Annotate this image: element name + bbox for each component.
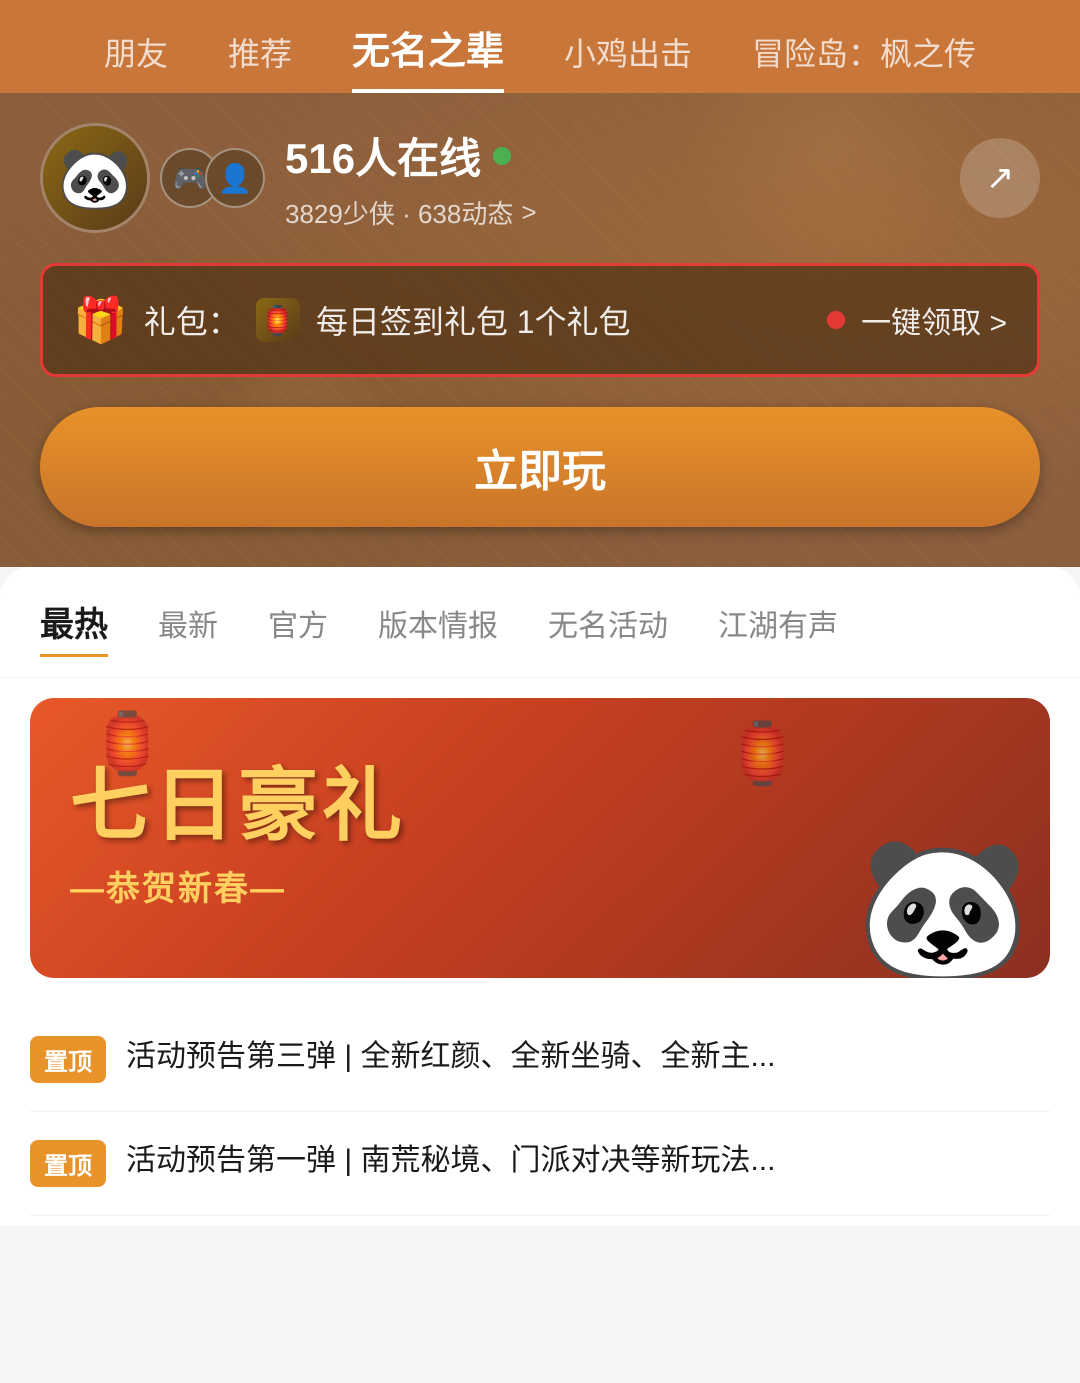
tab-activity[interactable]: 无名活动 — [548, 601, 668, 653]
gift-notification-dot — [827, 311, 845, 329]
nav-item-wumingzhibei[interactable]: 无名之辈 — [352, 20, 504, 93]
profile-info: 516人在线 3829少侠 · 638动态 > — [285, 125, 940, 231]
banner-content: 七日豪礼 —恭贺新春— — [70, 767, 1010, 910]
nav-item-recommend[interactable]: 推荐 — [228, 29, 292, 93]
gift-game-icon: 🏮 — [256, 298, 300, 342]
post-pin-tag-1: 置顶 — [30, 1036, 106, 1083]
nav-item-chick[interactable]: 小鸡出击 — [564, 29, 692, 93]
gift-claim-button[interactable]: 一键领取 > — [861, 298, 1007, 342]
sub-info[interactable]: 3829少侠 · 638动态 > — [285, 194, 940, 231]
tab-official[interactable]: 官方 — [268, 601, 328, 653]
online-count: 516人在线 — [285, 125, 481, 186]
gift-section[interactable]: 🎁 礼包： 🏮 每日签到礼包 1个礼包 一键领取 > — [40, 263, 1040, 377]
follower-count-label: 3829少侠 · 638动态 — [285, 194, 513, 231]
online-row: 516人在线 — [285, 125, 940, 186]
top-navigation: 朋友 推荐 无名之辈 小鸡出击 冒险岛：枫之传 — [0, 0, 1080, 93]
nav-item-adventure[interactable]: 冒险岛：枫之传 — [752, 29, 976, 93]
banner-subtitle: —恭贺新春— — [70, 861, 1010, 910]
share-button[interactable]: ↗ — [960, 138, 1040, 218]
hero-section: 🐼 🎮 👤 516人在线 3829少侠 · 638动态 > ↗ 🎁 礼包： — [0, 93, 1080, 567]
profile-row: 🐼 🎮 👤 516人在线 3829少侠 · 638动态 > ↗ — [40, 123, 1040, 233]
post-title-2: 活动预告第一弹 | 南荒秘境、门派对决等新玩法... — [126, 1140, 1050, 1182]
gift-label: 礼包： — [144, 297, 240, 343]
banner-title: 七日豪礼 — [70, 767, 1010, 847]
post-pin-tag-2: 置顶 — [30, 1140, 106, 1187]
game-icon-symbol: 🏮 — [260, 304, 295, 337]
nav-item-friends[interactable]: 朋友 — [104, 29, 168, 93]
share-icon: ↗ — [986, 158, 1015, 198]
play-now-button[interactable]: 立即玩 — [40, 407, 1040, 527]
sub-info-arrow-icon: > — [521, 197, 536, 228]
content-section: 最热 最新 官方 版本情报 无名活动 江湖有声 🏮 🏮 七日豪礼 —恭贺新春— … — [0, 567, 1080, 1226]
gift-box-icon: 🎁 — [73, 294, 128, 346]
banner-section: 🏮 🏮 七日豪礼 —恭贺新春— 🐼 — [0, 678, 1080, 998]
content-tabs: 最热 最新 官方 版本情报 无名活动 江湖有声 — [0, 567, 1080, 678]
tab-hottest[interactable]: 最热 — [40, 597, 108, 657]
list-item[interactable]: 置顶 活动预告第一弹 | 南荒秘境、门派对决等新玩法... — [30, 1112, 1050, 1216]
online-indicator-dot — [493, 147, 511, 165]
mini-avatars: 🎮 👤 — [160, 148, 265, 208]
tab-latest[interactable]: 最新 — [158, 601, 218, 653]
mini-avatar-2: 👤 — [205, 148, 265, 208]
gift-description: 每日签到礼包 1个礼包 — [316, 297, 811, 343]
post-list: 置顶 活动预告第三弹 | 全新红颜、全新坐骑、全新主... 置顶 活动预告第一弹… — [0, 998, 1080, 1226]
list-item[interactable]: 置顶 活动预告第三弹 | 全新红颜、全新坐骑、全新主... — [30, 1008, 1050, 1112]
avatar[interactable]: 🐼 — [40, 123, 150, 233]
panda-avatar-image: 🐼 — [43, 126, 147, 230]
tab-version[interactable]: 版本情报 — [378, 601, 498, 653]
banner-card[interactable]: 🏮 🏮 七日豪礼 —恭贺新春— 🐼 — [30, 698, 1050, 978]
tab-voice[interactable]: 江湖有声 — [718, 601, 838, 653]
post-title-1: 活动预告第三弹 | 全新红颜、全新坐骑、全新主... — [126, 1036, 1050, 1078]
